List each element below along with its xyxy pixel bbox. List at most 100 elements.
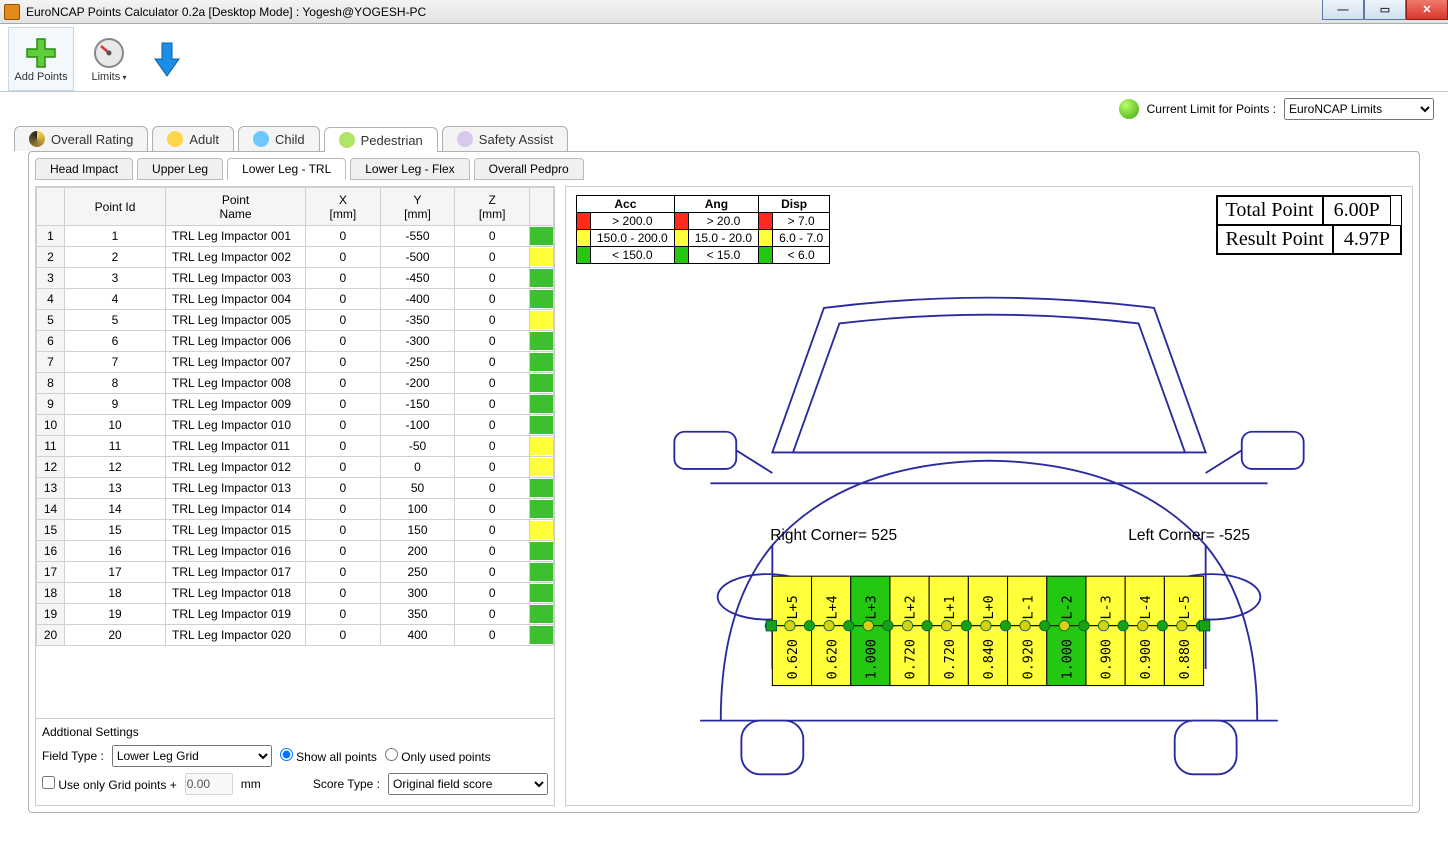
table-row[interactable]: 1818TRL Leg Impactor 01803000 [37, 583, 554, 604]
tab-pedestrian[interactable]: Pedestrian [324, 127, 438, 152]
subtab-overall-pedpro[interactable]: Overall Pedpro [474, 158, 584, 180]
points-table-panel: Point Id Point Name X [mm] Y [mm] Z [mm]… [35, 186, 555, 806]
rating-icon [29, 131, 45, 147]
svg-text:L-1: L-1 [1021, 595, 1036, 619]
bumper-grid: L+50.620L+40.620L+31.000L+20.720L+10.720… [765, 576, 1210, 685]
score-type-select[interactable]: Original field score [388, 773, 548, 795]
svg-text:0.840: 0.840 [982, 639, 997, 679]
svg-text:L+3: L+3 [865, 595, 880, 619]
svg-text:L+5: L+5 [786, 595, 801, 619]
svg-text:L+1: L+1 [943, 595, 958, 619]
result-point-value: 4.97P [1333, 225, 1401, 254]
points-summary: Total Point6.00P Result Point4.97P [1216, 195, 1402, 255]
table-row[interactable]: 2020TRL Leg Impactor 02004000 [37, 625, 554, 646]
points-table-scroll[interactable]: Point Id Point Name X [mm] Y [mm] Z [mm]… [36, 187, 554, 718]
svg-text:L+4: L+4 [825, 595, 840, 619]
svg-text:0.900: 0.900 [1100, 639, 1115, 679]
table-row[interactable]: 55TRL Leg Impactor 0050-3500 [37, 310, 554, 331]
table-row[interactable]: 1111TRL Leg Impactor 0110-500 [37, 436, 554, 457]
plus-icon [23, 35, 59, 71]
right-corner-label: Right Corner= 525 [770, 527, 897, 544]
minimize-button[interactable]: — [1322, 0, 1364, 20]
use-grid-checkbox[interactable]: Use only Grid points + [42, 776, 177, 792]
limit-select[interactable]: EuroNCAP Limits [1284, 98, 1434, 120]
result-point-label: Result Point [1217, 225, 1333, 254]
down-arrow-button[interactable] [144, 27, 190, 91]
svg-text:L+0: L+0 [982, 595, 997, 619]
legend-table: AccAngDisp > 200.0> 20.0> 7.0 150.0 - 20… [576, 195, 830, 264]
app-icon [4, 4, 20, 20]
subtab-lower-leg-trl[interactable]: Lower Leg - TRL [227, 158, 346, 180]
main-tabs: Overall Rating Adult Child Pedestrian Sa… [14, 126, 1434, 151]
toolbar: Add Points Limits ▾ [0, 24, 1448, 92]
subtab-lower-leg-flex[interactable]: Lower Leg - Flex [350, 158, 469, 180]
limit-label: Current Limit for Points : [1147, 102, 1276, 116]
svg-text:L-4: L-4 [1139, 595, 1154, 619]
points-table[interactable]: Point Id Point Name X [mm] Y [mm] Z [mm]… [36, 187, 554, 646]
col-point-id[interactable]: Point Id [65, 188, 166, 226]
svg-text:L-3: L-3 [1100, 595, 1115, 619]
table-row[interactable]: 1414TRL Leg Impactor 01401000 [37, 499, 554, 520]
svg-text:0.720: 0.720 [943, 639, 958, 679]
table-row[interactable]: 33TRL Leg Impactor 0030-4500 [37, 268, 554, 289]
adult-icon [167, 131, 183, 147]
svg-text:0.720: 0.720 [904, 639, 919, 679]
only-used-radio[interactable]: Only used points [385, 748, 491, 764]
table-row[interactable]: 1313TRL Leg Impactor 0130500 [37, 478, 554, 499]
window-title: EuroNCAP Points Calculator 0.2a [Desktop… [26, 5, 426, 19]
subtab-head-impact[interactable]: Head Impact [35, 158, 133, 180]
grid-offset-input[interactable] [185, 773, 233, 795]
pedestrian-icon [339, 132, 355, 148]
limit-status-icon [1119, 99, 1139, 119]
svg-text:0.920: 0.920 [1021, 639, 1036, 679]
table-row[interactable]: 44TRL Leg Impactor 0040-4000 [37, 289, 554, 310]
svg-text:0.620: 0.620 [825, 639, 840, 679]
gauge-icon [91, 35, 127, 71]
col-x[interactable]: X [mm] [306, 188, 381, 226]
arrow-down-icon [149, 41, 185, 77]
close-button[interactable]: ✕ [1406, 0, 1448, 20]
table-row[interactable]: 1515TRL Leg Impactor 01501500 [37, 520, 554, 541]
svg-text:L+2: L+2 [904, 595, 919, 619]
table-row[interactable]: 77TRL Leg Impactor 0070-2500 [37, 352, 554, 373]
table-row[interactable]: 22TRL Leg Impactor 0020-5000 [37, 247, 554, 268]
maximize-button[interactable]: ▭ [1364, 0, 1406, 20]
table-row[interactable]: 1010TRL Leg Impactor 0100-1000 [37, 415, 554, 436]
table-row[interactable]: 66TRL Leg Impactor 0060-3000 [37, 331, 554, 352]
table-row[interactable]: 1616TRL Leg Impactor 01602000 [37, 541, 554, 562]
add-points-button[interactable]: Add Points [8, 27, 74, 91]
show-all-radio[interactable]: Show all points [280, 748, 377, 764]
content-frame: Head Impact Upper Leg Lower Leg - TRL Lo… [28, 151, 1420, 813]
mm-label: mm [241, 777, 261, 791]
window-controls: — ▭ ✕ [1322, 0, 1448, 20]
table-row[interactable]: 1717TRL Leg Impactor 01702500 [37, 562, 554, 583]
tab-child[interactable]: Child [238, 126, 320, 151]
svg-text:0.900: 0.900 [1139, 639, 1154, 679]
total-point-label: Total Point [1217, 196, 1323, 225]
tab-overall-rating[interactable]: Overall Rating [14, 126, 148, 151]
table-row[interactable]: 1212TRL Leg Impactor 012000 [37, 457, 554, 478]
col-z[interactable]: Z [mm] [455, 188, 530, 226]
left-corner-label: Left Corner= -525 [1128, 527, 1250, 544]
svg-text:L-2: L-2 [1061, 595, 1076, 619]
col-point-name[interactable]: Point Name [166, 188, 306, 226]
field-type-select[interactable]: Lower Leg Grid [112, 745, 272, 767]
svg-text:1.000: 1.000 [865, 639, 880, 679]
total-point-value: 6.00P [1323, 196, 1391, 225]
svg-text:1.000: 1.000 [1061, 639, 1076, 679]
tab-adult[interactable]: Adult [152, 126, 234, 151]
additional-settings: Addtional Settings Field Type : Lower Le… [36, 718, 554, 805]
limits-button[interactable]: Limits ▾ [76, 27, 142, 91]
table-row[interactable]: 99TRL Leg Impactor 0090-1500 [37, 394, 554, 415]
car-diagram: Right Corner= 525 Left Corner= -525 L+5 0… [566, 277, 1412, 813]
settings-title: Addtional Settings [42, 723, 548, 745]
tab-safety-assist[interactable]: Safety Assist [442, 126, 568, 151]
table-row[interactable]: 11TRL Leg Impactor 0010-5500 [37, 226, 554, 247]
child-icon [253, 131, 269, 147]
sub-tabs: Head Impact Upper Leg Lower Leg - TRL Lo… [35, 158, 1413, 180]
table-row[interactable]: 1919TRL Leg Impactor 01903500 [37, 604, 554, 625]
col-y[interactable]: Y [mm] [380, 188, 455, 226]
table-row[interactable]: 88TRL Leg Impactor 0080-2000 [37, 373, 554, 394]
subtab-upper-leg[interactable]: Upper Leg [137, 158, 223, 180]
titlebar: EuroNCAP Points Calculator 0.2a [Desktop… [0, 0, 1448, 24]
